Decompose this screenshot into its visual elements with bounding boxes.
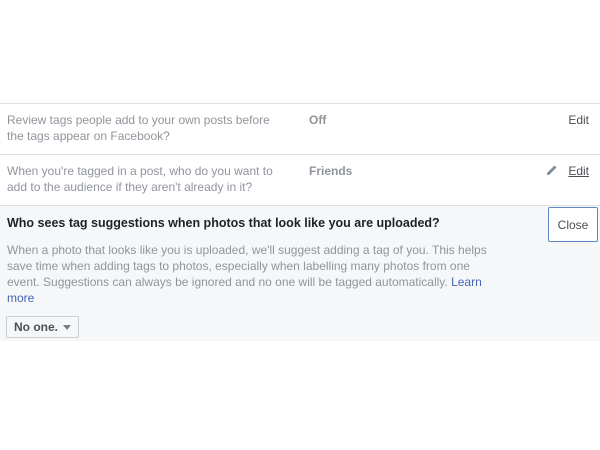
description-text: When a photo that looks like you is uplo… [7,243,487,289]
audience-selector[interactable]: No one. [6,316,79,338]
setting-description: When a photo that looks like you is uplo… [7,242,487,306]
setting-question: When you're tagged in a post, who do you… [7,164,273,194]
caret-down-icon [63,324,71,330]
edit-link[interactable]: Edit [568,163,589,179]
tagging-settings-panel: Review tags people add to your own posts… [0,103,600,341]
setting-row-tag-suggestions: Who sees tag suggestions when photos tha… [0,205,600,341]
setting-row-tag-audience: When you're tagged in a post, who do you… [0,154,600,205]
selected-option: No one. [14,320,58,334]
close-button[interactable]: Close [548,207,598,242]
setting-heading: Who sees tag suggestions when photos tha… [7,216,440,230]
setting-question: Review tags people add to your own posts… [7,113,270,143]
pencil-icon [547,165,557,175]
edit-link[interactable]: Edit [568,112,589,128]
setting-value: Off [309,113,327,127]
setting-row-review-tags: Review tags people add to your own posts… [0,103,600,154]
setting-value: Friends [309,164,353,178]
